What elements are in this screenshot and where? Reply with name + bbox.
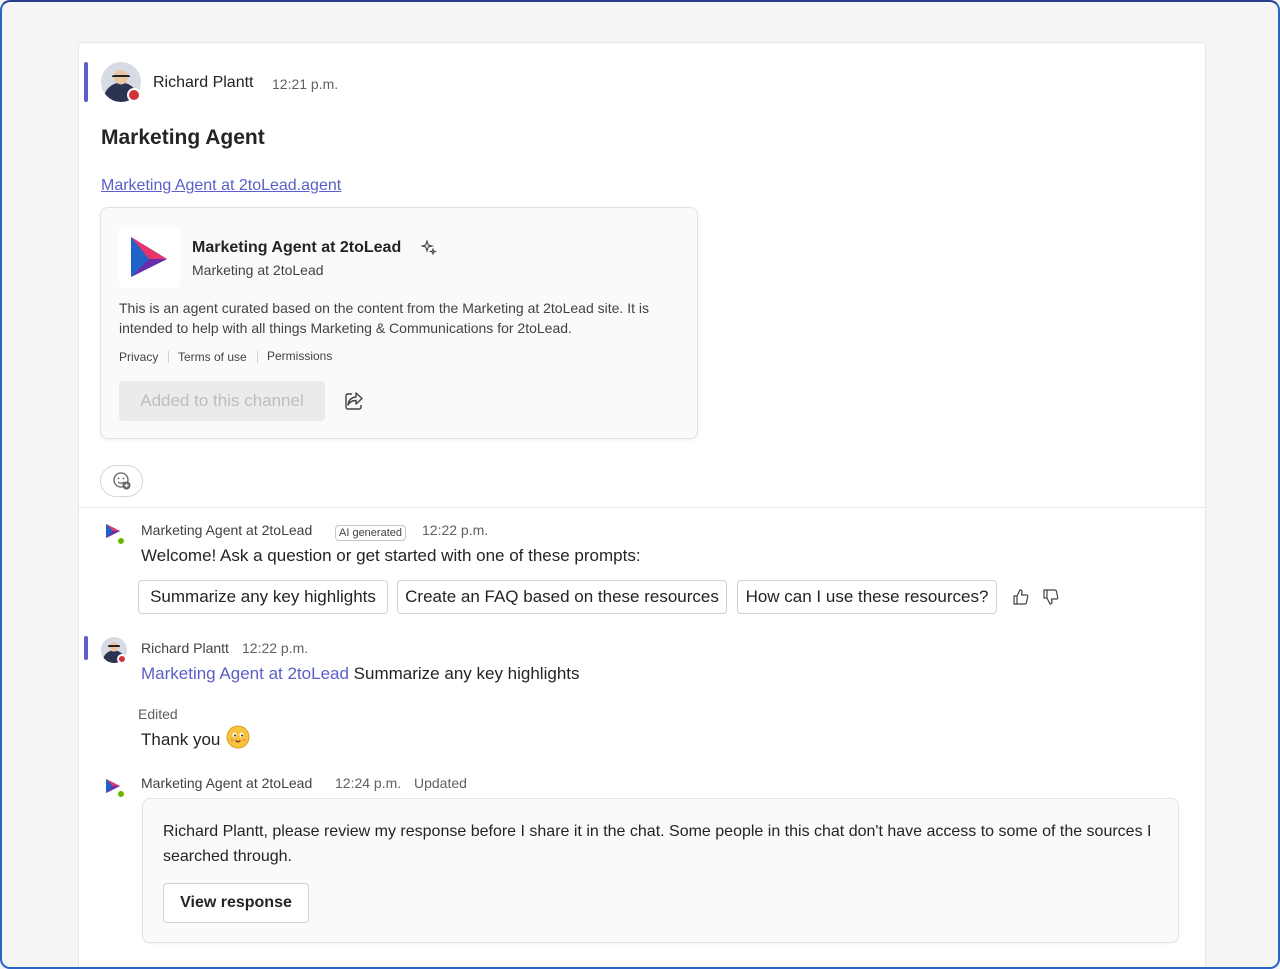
permissions-link[interactable]: Permissions — [267, 349, 332, 363]
thumbs-up-icon[interactable] — [1011, 587, 1031, 607]
thread-divider — [79, 507, 1205, 508]
unread-accent-bar — [84, 62, 88, 102]
agent-card-subtitle: Marketing at 2toLead — [192, 262, 324, 278]
agent-mention[interactable]: Marketing Agent at 2toLead — [141, 664, 349, 683]
avatar-glasses — [112, 74, 130, 79]
agent-logo-icon — [131, 237, 167, 277]
ai-generated-badge: AI generated — [335, 525, 406, 541]
review-card: Richard Plantt, please review my respons… — [142, 798, 1179, 943]
post-title: Marketing Agent — [101, 126, 265, 149]
avatar-glasses — [108, 645, 120, 648]
thumbs-down-icon[interactable] — [1041, 587, 1061, 607]
unread-accent-bar — [84, 636, 88, 660]
prompt-summarize-button[interactable]: Summarize any key highlights — [138, 580, 388, 614]
user-reply-text: Summarize any key highlights — [353, 664, 580, 683]
presence-available-icon — [116, 536, 126, 546]
presence-busy-icon — [127, 88, 141, 102]
add-reaction-button[interactable] — [100, 465, 143, 497]
prompt-how-to-use-button[interactable]: How can I use these resources? — [737, 580, 997, 614]
share-icon[interactable] — [343, 390, 365, 412]
presence-busy-icon — [117, 654, 127, 664]
link-separator — [257, 351, 258, 363]
agent-reply-time: 12:22 p.m. — [422, 522, 489, 538]
agent-card-description: This is an agent curated based on the co… — [119, 300, 649, 336]
terms-of-use-link[interactable]: Terms of use — [178, 350, 247, 364]
agent-reply-text: Welcome! Ask a question or get started w… — [141, 546, 641, 565]
thank-you-text: Thank you — [141, 730, 221, 749]
add-reaction-icon — [112, 472, 130, 490]
agent-link[interactable]: Marketing Agent at 2toLead.agent — [101, 177, 341, 195]
presence-available-icon — [116, 789, 126, 799]
privacy-link[interactable]: Privacy — [119, 350, 158, 364]
user-reply-author[interactable]: Richard Plantt — [141, 640, 229, 656]
agent-logo — [119, 227, 180, 288]
post-author[interactable]: Richard Plantt — [153, 74, 254, 92]
agent-reply-author[interactable]: Marketing Agent at 2toLead — [141, 522, 312, 538]
prompt-faq-button[interactable]: Create an FAQ based on these resources — [397, 580, 727, 614]
agent-update-author[interactable]: Marketing Agent at 2toLead — [141, 775, 312, 791]
user-reply-time: 12:22 p.m. — [242, 640, 309, 656]
agent-card-title: Marketing Agent at 2toLead — [192, 239, 402, 256]
edited-label: Edited — [138, 706, 178, 722]
review-text: Richard Plantt, please review my respons… — [163, 823, 1152, 865]
added-to-channel-button[interactable]: Added to this channel — [119, 381, 325, 421]
post-time: 12:21 p.m. — [272, 76, 339, 92]
updated-label: Updated — [414, 775, 467, 791]
smile-emoji — [226, 725, 250, 749]
sparkle-icon — [421, 240, 437, 256]
agent-card: Marketing Agent at 2toLead Marketing at … — [100, 207, 698, 439]
link-separator — [168, 351, 169, 363]
agent-update-time: 12:24 p.m. — [335, 775, 402, 791]
view-response-button[interactable]: View response — [163, 883, 309, 923]
